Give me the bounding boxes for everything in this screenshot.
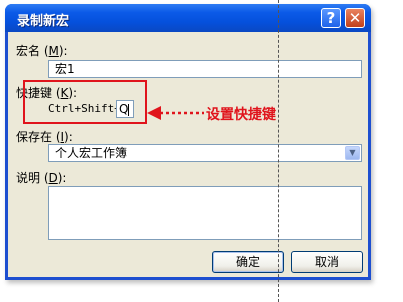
- help-icon: ?: [326, 9, 336, 27]
- macro-name-label: 宏名 (M):: [16, 44, 68, 58]
- macro-name-accesskey: M: [48, 44, 59, 58]
- store-in-select[interactable]: 个人宏工作簿 ▼: [48, 144, 362, 162]
- description-label: 说明 (D):: [16, 171, 67, 185]
- chevron-down-icon: ▼: [349, 148, 356, 157]
- store-in-selected: 个人宏工作簿: [55, 146, 128, 160]
- macro-name-input[interactable]: 宏1: [48, 60, 362, 78]
- ok-button[interactable]: 确定: [212, 251, 284, 273]
- cancel-button[interactable]: 取消: [291, 251, 363, 273]
- dashed-divider: [278, 0, 279, 302]
- annotation-label: 设置快捷键: [206, 107, 276, 123]
- record-macro-dialog: 录制新宏 ? ✕ 宏名 (M): 宏1 快捷键 (K): Ctrl+Shift+…: [5, 4, 371, 280]
- title-bar[interactable]: 录制新宏 ? ✕: [5, 4, 371, 32]
- dialog-title: 录制新宏: [17, 14, 70, 29]
- dropdown-arrow[interactable]: ▼: [345, 146, 360, 160]
- close-icon: ✕: [348, 9, 362, 27]
- help-button[interactable]: ?: [321, 8, 341, 28]
- shortcut-highlight-box: [23, 80, 147, 124]
- annotation-arrow: [147, 106, 204, 120]
- description-textarea[interactable]: [48, 186, 362, 240]
- store-in-label: 保存在 (I):: [16, 130, 73, 144]
- close-button[interactable]: ✕: [345, 8, 365, 28]
- dialog-body: 宏名 (M): 宏1 快捷键 (K): Ctrl+Shift+ Q 保存在 (I…: [8, 32, 368, 277]
- description-accesskey: D: [48, 171, 58, 185]
